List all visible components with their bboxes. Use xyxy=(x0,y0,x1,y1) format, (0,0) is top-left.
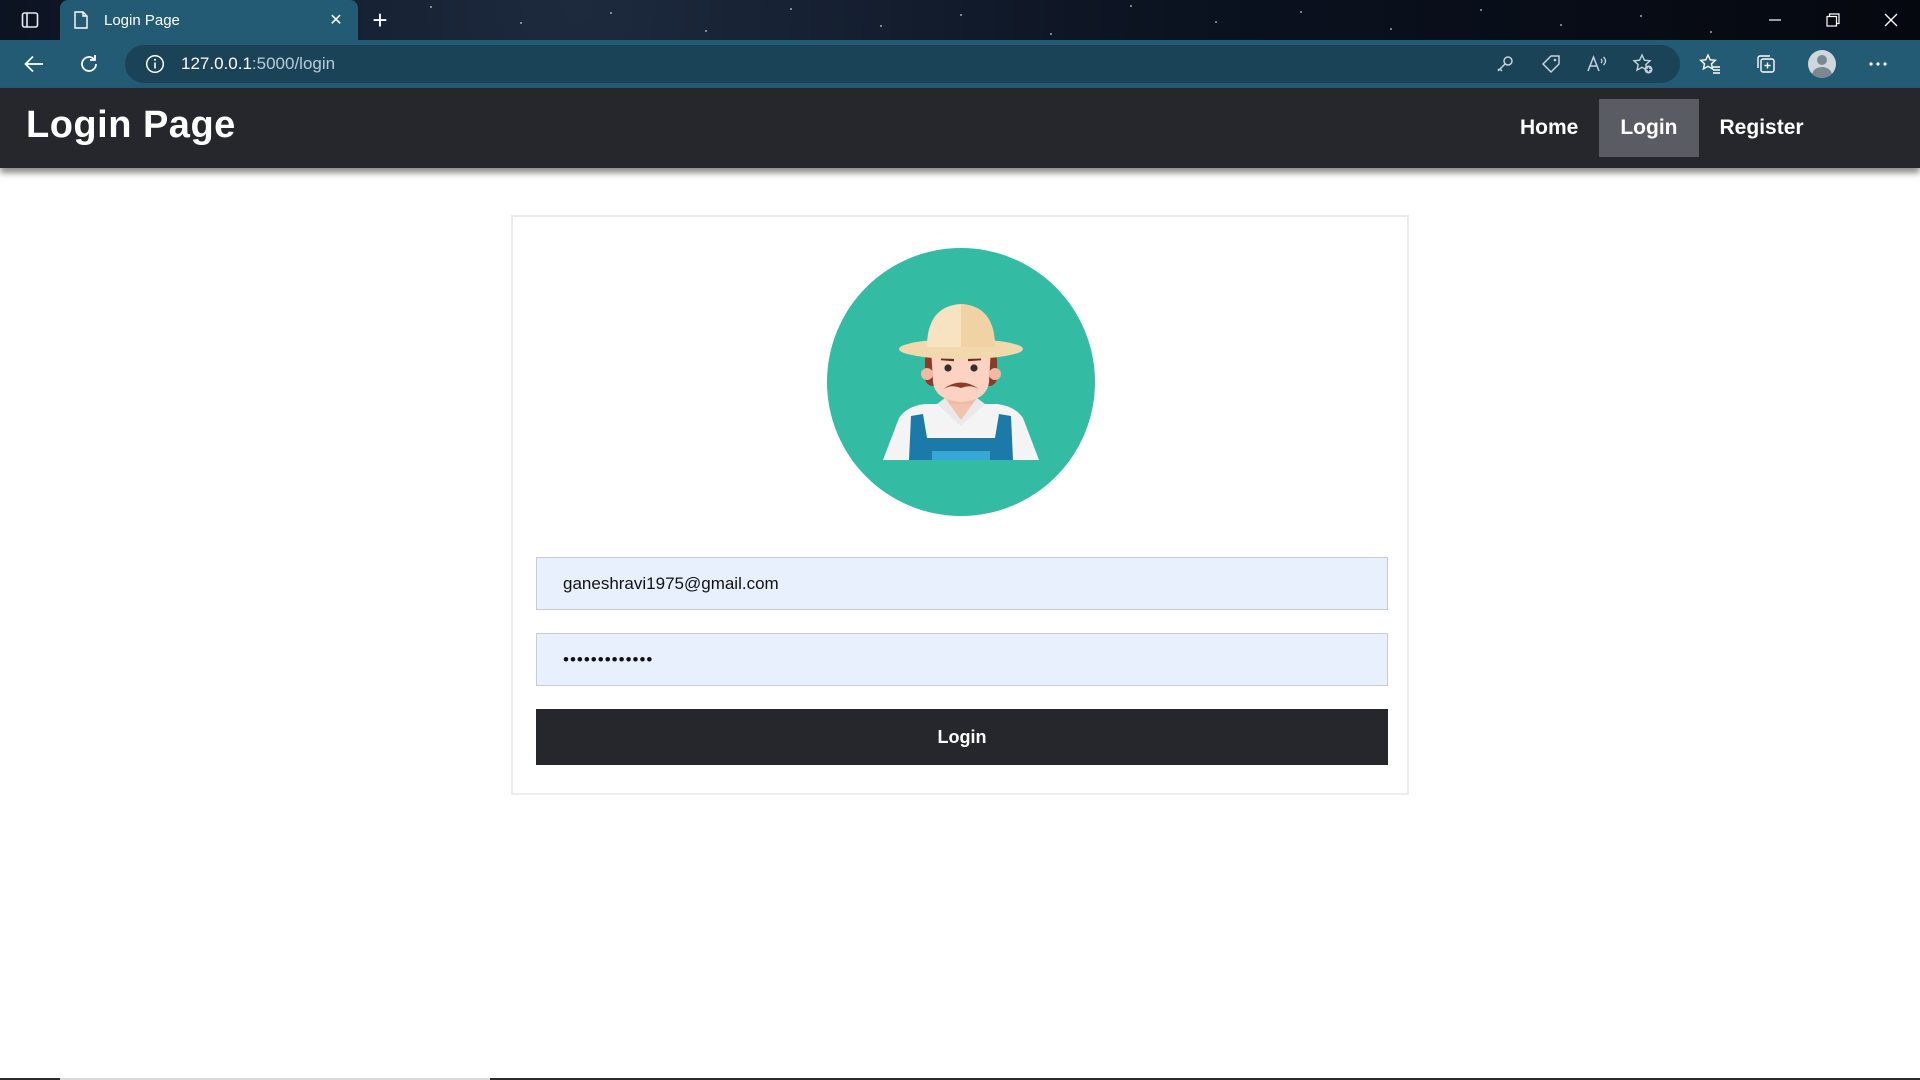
nav-link-register[interactable]: Register xyxy=(1699,99,1825,157)
collections-icon[interactable] xyxy=(1748,46,1784,82)
star xyxy=(1640,15,1642,17)
site-info-icon[interactable] xyxy=(145,54,165,74)
site-navbar: Login Page Home Login Register xyxy=(0,88,1920,168)
sidebar-toggle-icon[interactable] xyxy=(18,8,42,32)
close-window-icon[interactable] xyxy=(1862,0,1920,40)
login-card: Login xyxy=(511,215,1409,795)
star xyxy=(1480,9,1482,11)
star xyxy=(1710,31,1712,33)
new-tab-icon[interactable]: + xyxy=(368,7,392,33)
star xyxy=(1390,28,1392,30)
nav-link-home[interactable]: Home xyxy=(1499,99,1599,157)
tag-icon[interactable] xyxy=(1534,47,1568,81)
restore-icon[interactable] xyxy=(1804,0,1862,40)
browser-titlebar: Login Page ✕ + xyxy=(0,0,1920,40)
star xyxy=(1130,5,1132,7)
favorites-icon[interactable] xyxy=(1692,46,1728,82)
more-options-icon[interactable] xyxy=(1860,46,1896,82)
browser-tab-active[interactable]: Login Page ✕ xyxy=(60,0,358,40)
window-controls xyxy=(1746,0,1920,40)
back-arrow-icon[interactable] xyxy=(16,46,52,82)
nav-link-login[interactable]: Login xyxy=(1599,99,1699,157)
page-title: Login Page xyxy=(26,104,236,146)
document-icon xyxy=(74,11,90,29)
minimize-icon[interactable] xyxy=(1746,0,1804,40)
star xyxy=(610,12,612,14)
password-field[interactable] xyxy=(536,633,1388,686)
star xyxy=(960,14,962,16)
star xyxy=(790,8,792,10)
star xyxy=(430,6,432,8)
star xyxy=(880,25,882,27)
star xyxy=(1215,21,1217,23)
read-aloud-icon[interactable] xyxy=(1580,47,1614,81)
farmer-avatar-icon xyxy=(827,248,1095,516)
profile-avatar[interactable] xyxy=(1804,46,1840,82)
star xyxy=(1050,33,1052,35)
key-icon[interactable] xyxy=(1488,47,1522,81)
address-bar-icons xyxy=(1488,45,1660,83)
star xyxy=(520,22,522,24)
add-favorite-icon[interactable] xyxy=(1626,47,1660,81)
star xyxy=(1560,24,1562,26)
url-host: 127.0.0.1 xyxy=(181,54,252,73)
user-icon xyxy=(1808,50,1836,78)
star xyxy=(705,30,707,32)
tab-close-icon[interactable]: ✕ xyxy=(326,10,346,30)
address-bar[interactable]: 127.0.0.1:5000/login xyxy=(125,45,1680,83)
login-button[interactable]: Login xyxy=(536,709,1388,765)
star xyxy=(1300,11,1302,13)
tab-title: Login Page xyxy=(104,11,180,29)
browser-right-tools xyxy=(1692,46,1896,82)
reload-icon[interactable] xyxy=(71,46,107,82)
url-path: :5000/login xyxy=(251,54,336,73)
browser-toolbar: 127.0.0.1:5000/login xyxy=(0,40,1920,88)
email-field[interactable] xyxy=(536,557,1388,610)
nav-links: Home Login Register xyxy=(1499,99,1825,157)
url-text: 127.0.0.1:5000/login xyxy=(181,54,335,74)
